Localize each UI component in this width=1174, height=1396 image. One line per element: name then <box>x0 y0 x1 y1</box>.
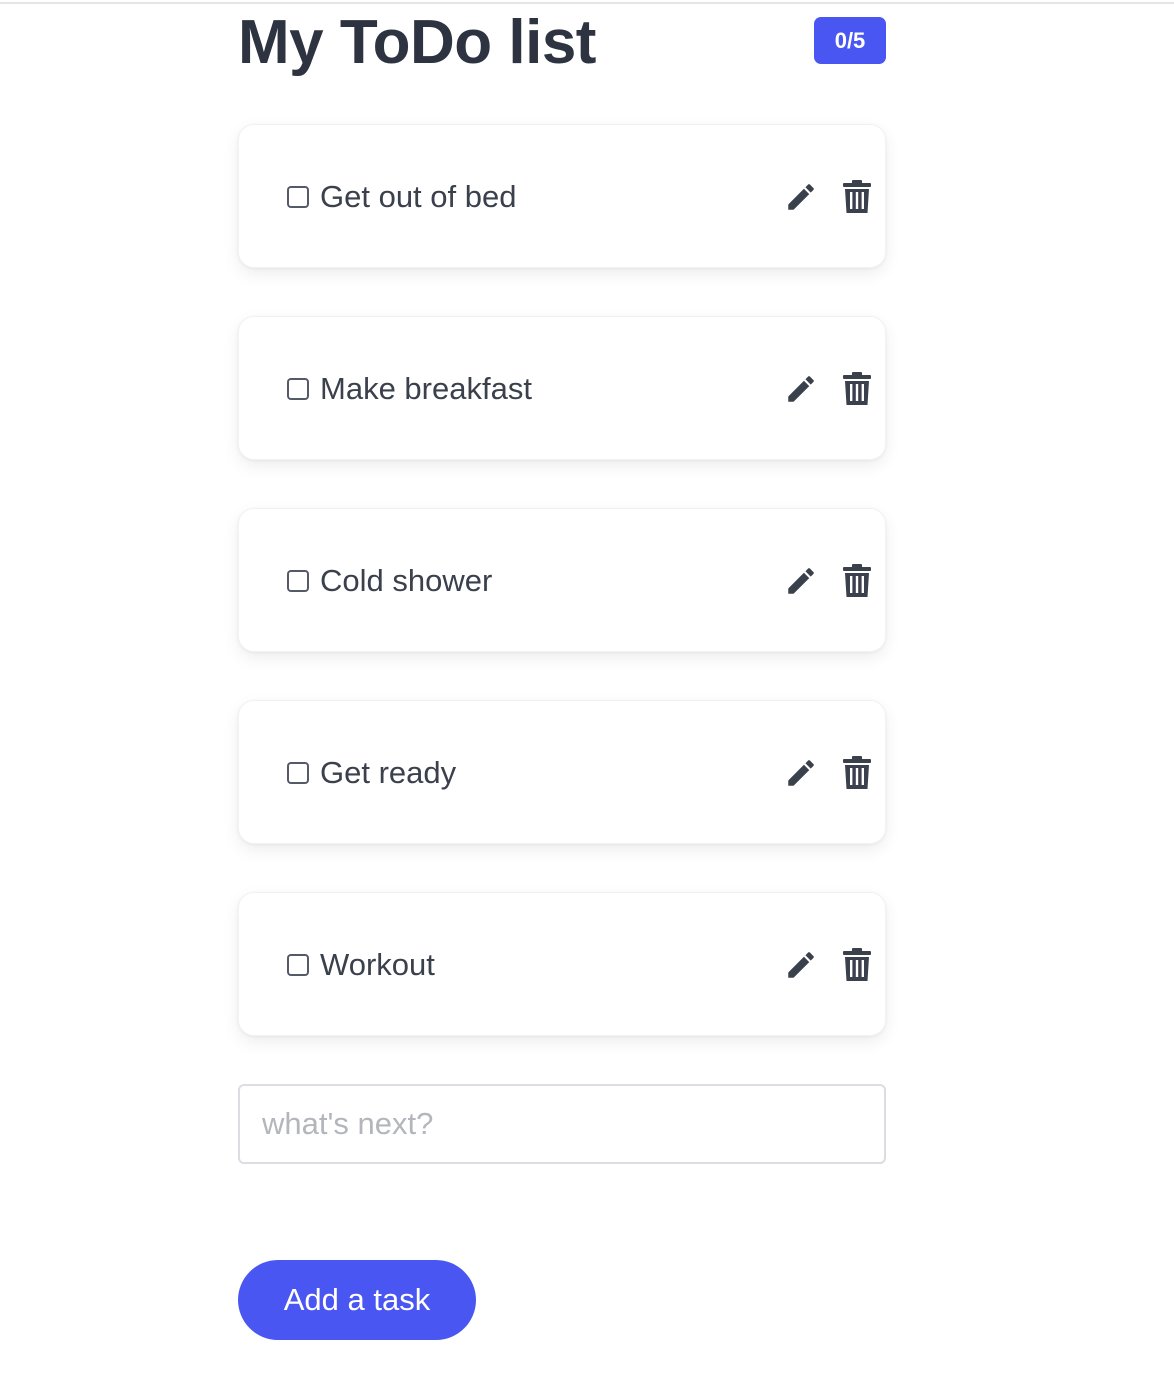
task-item: Get out of bed <box>238 124 886 268</box>
task-label: Get ready <box>320 755 457 790</box>
task-label: Workout <box>320 947 435 982</box>
delete-button[interactable] <box>839 371 875 407</box>
todo-app: My ToDo list 0/5 Get out of bed Make bre… <box>238 0 886 1340</box>
header: My ToDo list 0/5 <box>238 0 886 90</box>
delete-button[interactable] <box>839 179 875 215</box>
trash-icon <box>843 756 871 789</box>
task-item: Make breakfast <box>238 316 886 460</box>
edit-button[interactable] <box>783 371 819 407</box>
pencil-icon <box>788 568 814 594</box>
delete-button[interactable] <box>839 947 875 983</box>
task-main: Workout <box>287 893 435 1037</box>
task-label: Cold shower <box>320 563 493 598</box>
task-main: Make breakfast <box>287 317 532 461</box>
task-item: Cold shower <box>238 508 886 652</box>
task-main: Get ready <box>287 701 456 845</box>
pencil-icon <box>788 952 814 978</box>
task-checkbox[interactable] <box>287 378 309 400</box>
task-actions <box>783 125 875 269</box>
task-actions <box>783 317 875 461</box>
new-task-input[interactable] <box>238 1084 886 1164</box>
task-main: Get out of bed <box>287 125 516 269</box>
pencil-icon <box>788 376 814 402</box>
task-main: Cold shower <box>287 509 492 653</box>
delete-button[interactable] <box>839 563 875 599</box>
edit-button[interactable] <box>783 179 819 215</box>
trash-icon <box>843 180 871 213</box>
task-label: Make breakfast <box>320 371 532 406</box>
task-item: Workout <box>238 892 886 1036</box>
progress-badge: 0/5 <box>814 17 886 64</box>
task-checkbox[interactable] <box>287 954 309 976</box>
task-label: Get out of bed <box>320 179 517 214</box>
delete-button[interactable] <box>839 755 875 791</box>
page-title: My ToDo list <box>238 8 596 77</box>
trash-icon <box>843 564 871 597</box>
pencil-icon <box>788 184 814 210</box>
task-actions <box>783 893 875 1037</box>
task-checkbox[interactable] <box>287 186 309 208</box>
task-actions <box>783 701 875 845</box>
add-task-button[interactable]: Add a task <box>238 1260 476 1340</box>
edit-button[interactable] <box>783 947 819 983</box>
trash-icon <box>843 372 871 405</box>
task-checkbox[interactable] <box>287 570 309 592</box>
pencil-icon <box>788 760 814 786</box>
edit-button[interactable] <box>783 755 819 791</box>
task-list: Get out of bed Make breakfast Cold showe… <box>238 124 886 1084</box>
task-actions <box>783 509 875 653</box>
edit-button[interactable] <box>783 563 819 599</box>
task-checkbox[interactable] <box>287 762 309 784</box>
trash-icon <box>843 948 871 981</box>
task-item: Get ready <box>238 700 886 844</box>
